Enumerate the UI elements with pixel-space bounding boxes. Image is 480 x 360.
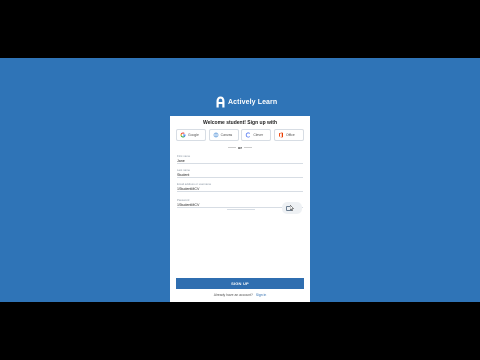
provider-label: Office (285, 133, 295, 137)
already-text: Already have an account? (213, 293, 253, 297)
google-icon (180, 132, 186, 138)
sign-up-button[interactable]: SIGN UP (176, 278, 304, 289)
page-background: Actively Learn Welcome student! Sign up … (0, 58, 480, 302)
brand-name: Actively Learn (228, 98, 278, 106)
google-signup-button[interactable]: Google (176, 129, 206, 141)
welcome-heading: Welcome student! Sign up with (202, 120, 278, 126)
clever-signup-button[interactable]: Clever (241, 129, 272, 141)
provider-label: Canvas (220, 133, 233, 137)
email-username-field[interactable]: Email address or username 1StudentMCV (177, 182, 303, 192)
already-have-account: Already have an account? Sign in (170, 293, 310, 297)
email-username-input[interactable]: 1StudentMCV (177, 186, 303, 192)
or-divider: or (225, 145, 255, 150)
password-strength-bar (227, 209, 255, 210)
provider-label: Google (188, 133, 199, 137)
signup-card: Welcome student! Sign up with Google Can… (170, 116, 310, 302)
brand-logo: Actively Learn (216, 96, 277, 108)
divider-line (228, 147, 236, 148)
last-name-input[interactable]: Student (177, 172, 303, 178)
first-name-input[interactable]: Jane (177, 158, 303, 164)
first-name-field[interactable]: First name Jane (177, 154, 303, 164)
provider-label: Clever (253, 133, 264, 137)
canvas-icon (213, 132, 219, 138)
actively-learn-logo-icon (216, 96, 225, 108)
mouse-cursor-icon (290, 205, 294, 211)
office-icon (278, 132, 283, 138)
office-signup-button[interactable]: Office (273, 129, 304, 141)
clever-icon (246, 132, 251, 138)
provider-buttons: Google Canvas Clever Office (176, 129, 304, 141)
sign-in-link[interactable]: Sign in (256, 293, 266, 297)
canvas-signup-button[interactable]: Canvas (208, 129, 239, 141)
divider-line (244, 147, 252, 148)
or-label: or (238, 145, 242, 150)
last-name-field[interactable]: Last name Student (177, 168, 303, 178)
